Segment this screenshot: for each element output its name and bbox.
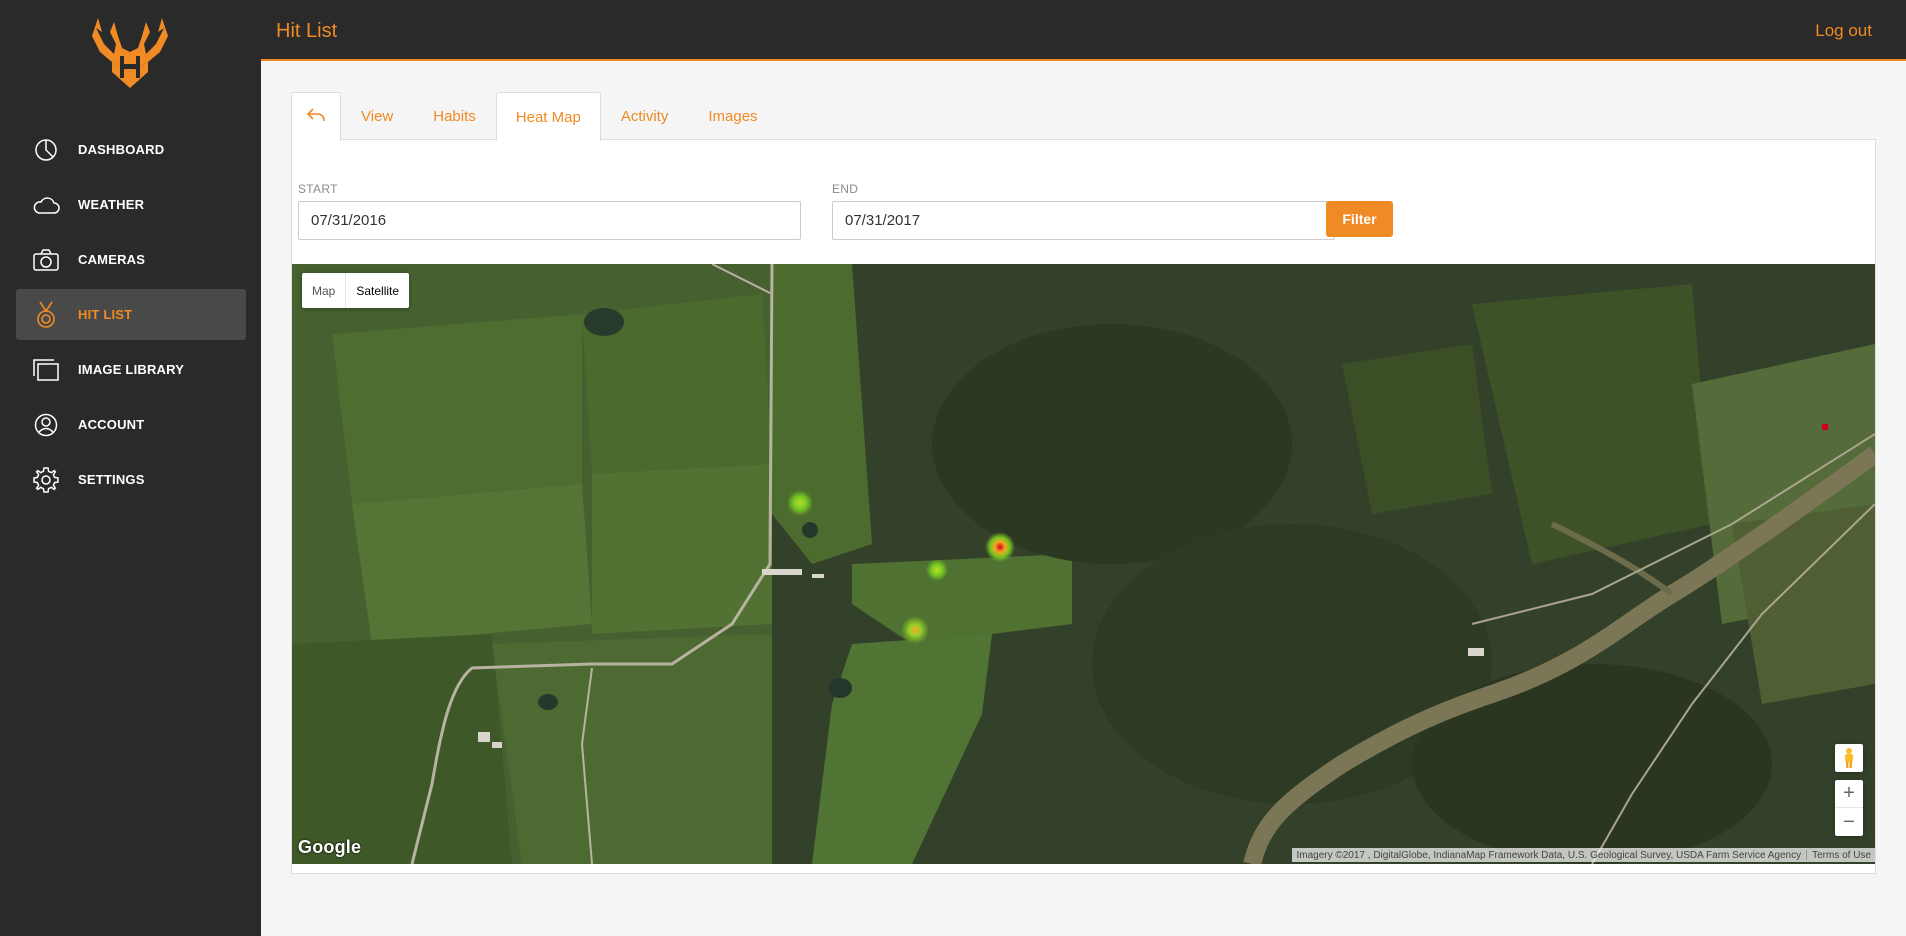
attribution-text: Imagery ©2017 , DigitalGlobe, IndianaMap… <box>1296 849 1802 861</box>
logout-link[interactable]: Log out <box>1815 21 1872 41</box>
heat-point <box>926 559 948 581</box>
top-header: Hit List Log out <box>261 0 1906 61</box>
camera-icon <box>32 246 60 274</box>
sidebar-nav: DASHBOARD WEATHER CAMERAS HIT LIST IMAGE… <box>16 124 246 509</box>
antler-logo[interactable] <box>88 14 172 90</box>
sidebar-item-account[interactable]: ACCOUNT <box>16 399 246 450</box>
sidebar-item-image-library[interactable]: IMAGE LIBRARY <box>16 344 246 395</box>
google-logo: Google <box>298 837 362 857</box>
map-type-map-button[interactable]: Map <box>302 273 345 308</box>
page-title: Hit List <box>276 20 338 42</box>
gear-icon <box>32 466 60 494</box>
start-date-input[interactable] <box>298 201 801 240</box>
zoom-control: + − <box>1835 780 1863 836</box>
street-view-pegman-icon[interactable] <box>1835 744 1863 772</box>
main-content: View Habits Heat Map Activity Images STA… <box>261 61 1906 936</box>
tab-back[interactable] <box>291 92 341 141</box>
end-date-input[interactable] <box>832 201 1335 240</box>
dashboard-pie-icon <box>32 136 60 164</box>
zoom-out-button[interactable]: − <box>1835 808 1863 836</box>
tab-bar: View Habits Heat Map Activity Images <box>291 92 778 141</box>
map-type-control: Map Satellite <box>302 273 410 308</box>
medal-icon <box>32 301 60 329</box>
tab-view[interactable]: View <box>341 92 413 140</box>
satellite-map[interactable]: Map Satellite Google Imagery ©2017 , Dig… <box>292 264 1875 864</box>
sidebar-item-label: ACCOUNT <box>78 417 145 432</box>
sidebar-item-label: IMAGE LIBRARY <box>78 362 185 377</box>
sidebar-item-label: HIT LIST <box>78 307 133 322</box>
cloud-icon <box>32 191 60 219</box>
sidebar-item-label: DASHBOARD <box>78 142 165 157</box>
tab-images[interactable]: Images <box>688 92 777 140</box>
heat-map-panel: START END Filter <box>291 139 1876 874</box>
tab-activity[interactable]: Activity <box>601 92 689 140</box>
map-type-satellite-button[interactable]: Satellite <box>345 273 409 308</box>
heat-point <box>985 532 1015 562</box>
heat-point <box>787 490 813 516</box>
map-attribution: Imagery ©2017 , DigitalGlobe, IndianaMap… <box>1292 848 1875 862</box>
end-date-label: END <box>832 182 859 196</box>
sidebar-item-settings[interactable]: SETTINGS <box>16 454 246 505</box>
zoom-in-button[interactable]: + <box>1835 780 1863 808</box>
account-icon <box>32 411 60 439</box>
sidebar-item-weather[interactable]: WEATHER <box>16 179 246 230</box>
image-library-icon <box>32 356 60 384</box>
satellite-imagery <box>292 264 1875 864</box>
sidebar-item-cameras[interactable]: CAMERAS <box>16 234 246 285</box>
start-date-label: START <box>298 182 338 196</box>
sidebar-item-dashboard[interactable]: DASHBOARD <box>16 124 246 175</box>
back-arrow-icon <box>306 107 326 127</box>
sidebar-item-hit-list[interactable]: HIT LIST <box>16 289 246 340</box>
sidebar-item-label: SETTINGS <box>78 472 145 487</box>
filter-button[interactable]: Filter <box>1326 201 1393 237</box>
tab-heat-map[interactable]: Heat Map <box>495 92 601 141</box>
terms-of-use-link[interactable]: Terms of Use <box>1812 850 1871 861</box>
sidebar-item-label: WEATHER <box>78 197 145 212</box>
sidebar: DASHBOARD WEATHER CAMERAS HIT LIST IMAGE… <box>0 0 261 936</box>
sidebar-item-label: CAMERAS <box>78 252 146 267</box>
heat-point <box>901 616 929 644</box>
tab-habits[interactable]: Habits <box>413 92 496 140</box>
